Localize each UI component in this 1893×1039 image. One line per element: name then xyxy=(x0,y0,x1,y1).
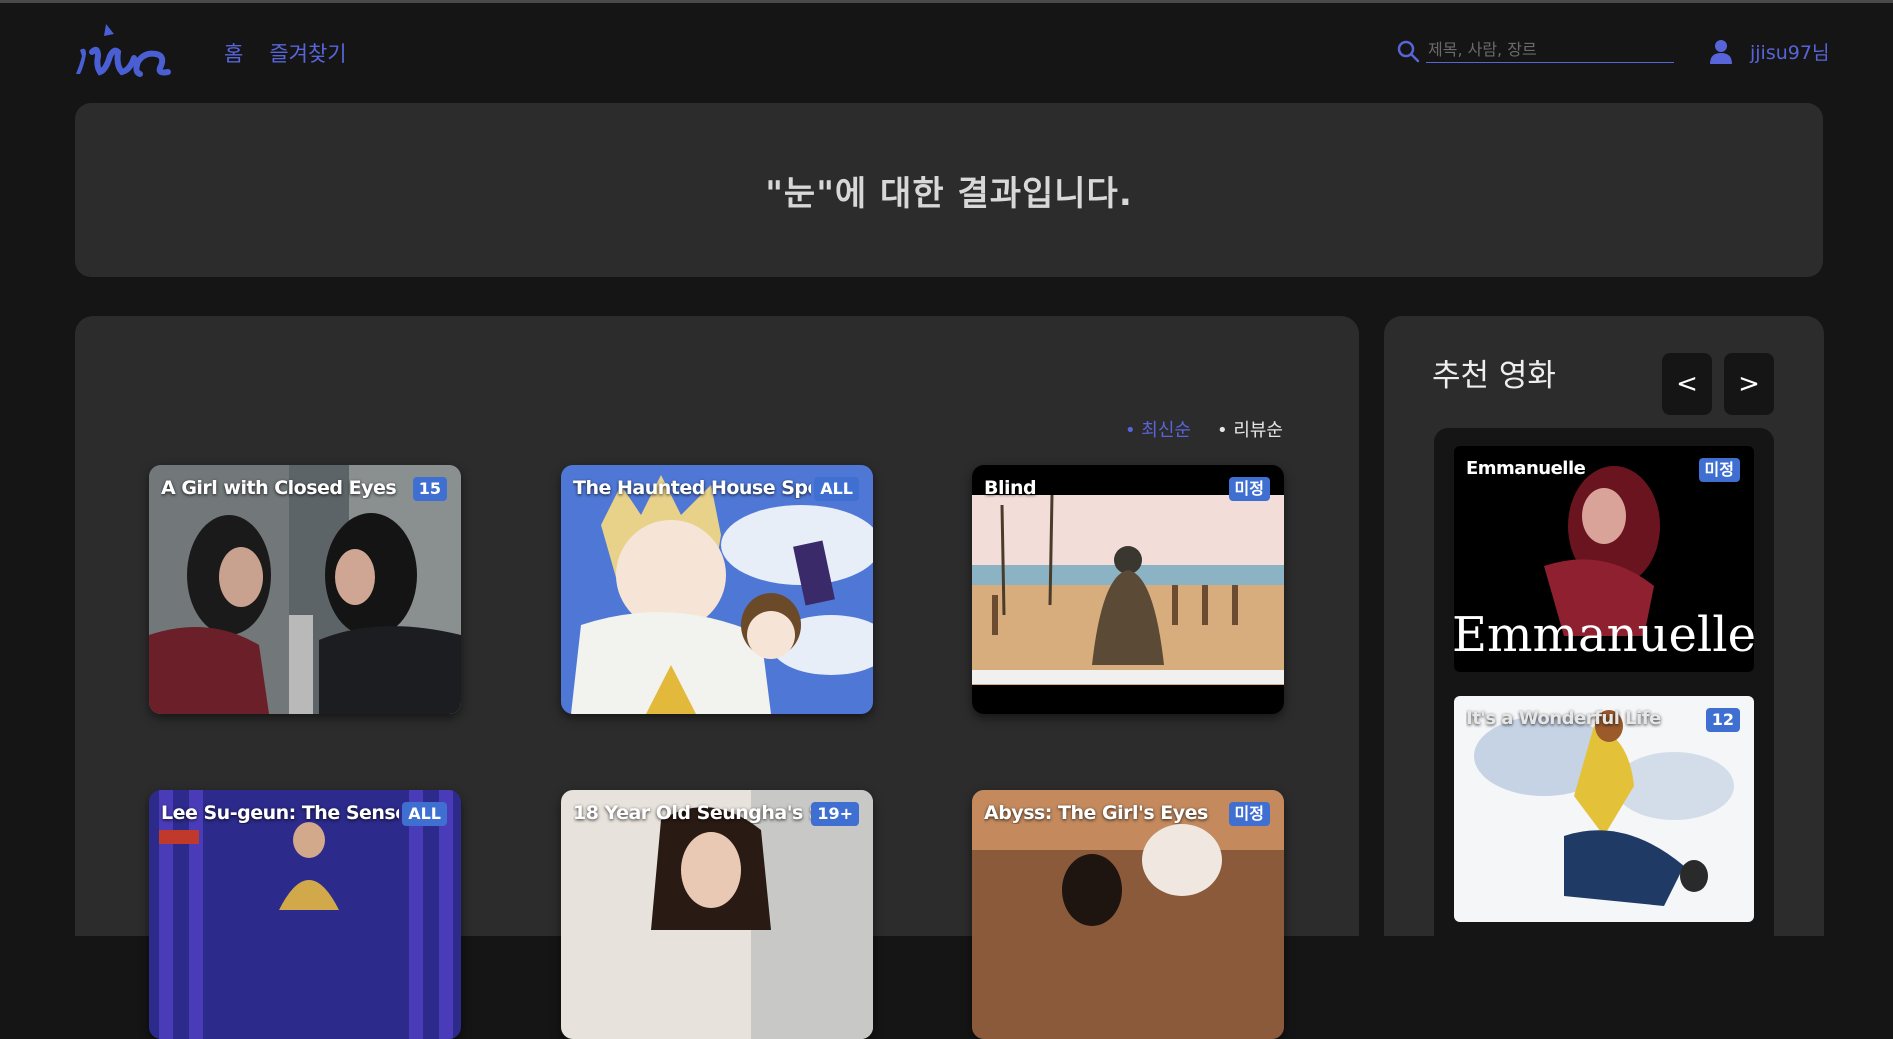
movie-title: Blind xyxy=(984,477,1037,499)
sort-reviews-label: 리뷰순 xyxy=(1233,420,1283,441)
poster-image xyxy=(561,465,873,714)
poster-image xyxy=(972,790,1284,1039)
search-icon[interactable] xyxy=(1396,39,1420,63)
movie-title: Lee Su-geun: The Sense Coach xyxy=(161,802,399,824)
movie-card[interactable]: 18 Year Old Seungha's Sensual 19+ xyxy=(561,790,873,1039)
movie-title: Emmanuelle xyxy=(1466,458,1586,479)
sort-reviews[interactable]: • 리뷰순 xyxy=(1217,416,1283,442)
result-heading: "눈"에 대한 결과입니다. xyxy=(765,173,1133,214)
main-nav: 홈 즐겨찾기 xyxy=(224,38,347,68)
search-input[interactable] xyxy=(1426,36,1674,63)
recommended-card[interactable]: Emmanuelle Emmanuelle 미정 xyxy=(1454,446,1754,672)
sort-latest-label: 최신순 xyxy=(1141,420,1191,441)
top-border xyxy=(0,0,1893,3)
sort-latest[interactable]: • 최신순 xyxy=(1125,416,1191,442)
recommended-card[interactable]: It's a Wonderful Life 12 xyxy=(1454,696,1754,922)
poster-image xyxy=(149,790,461,1039)
movie-title: Abyss: The Girl's Eyes xyxy=(984,802,1208,824)
age-rating-badge: 15 xyxy=(412,477,447,501)
sort-options: • 최신순 • 리뷰순 xyxy=(1125,416,1283,442)
movie-card[interactable]: Lee Su-geun: The Sense Coach ALL xyxy=(149,790,461,1039)
user-menu[interactable]: jjisu97님 xyxy=(1708,38,1829,65)
search-result-banner: "눈"에 대한 결과입니다. xyxy=(75,103,1823,277)
logo[interactable] xyxy=(74,22,176,78)
age-rating-badge: ALL xyxy=(814,477,859,501)
movie-title: The Haunted House Special xyxy=(573,477,811,499)
next-button[interactable]: > xyxy=(1724,353,1774,415)
user-icon xyxy=(1710,39,1732,64)
nav-home[interactable]: 홈 xyxy=(224,38,243,68)
prev-button[interactable]: < xyxy=(1662,353,1712,415)
movie-title: A Girl with Closed Eyes xyxy=(161,477,397,499)
recommended-heading: 추천 영화 xyxy=(1432,358,1556,394)
poster-image xyxy=(972,465,1284,714)
poster-image xyxy=(561,790,873,1039)
age-rating-badge: 19+ xyxy=(811,802,859,826)
nav-favorites[interactable]: 즐겨찾기 xyxy=(269,38,346,68)
movie-card[interactable]: Abyss: The Girl's Eyes 미정 xyxy=(972,790,1284,1039)
age-rating-badge: ALL xyxy=(402,802,447,826)
movie-title: It's a Wonderful Life xyxy=(1466,708,1661,729)
age-rating-badge: 12 xyxy=(1705,708,1740,732)
movie-title: 18 Year Old Seungha's Sensual xyxy=(573,802,811,824)
recommended-panel: 추천 영화 < > Emmanuelle Emmanuelle 미정 It's … xyxy=(1384,316,1824,948)
user-name: jjisu97님 xyxy=(1750,42,1830,64)
movie-card[interactable]: The Haunted House Special ALL xyxy=(561,465,873,714)
results-panel: • 최신순 • 리뷰순 A Girl with Closed Eyes 15 T… xyxy=(75,316,1359,1039)
age-rating-badge: 미정 xyxy=(1228,802,1270,826)
movie-card[interactable]: Blind 미정 xyxy=(972,465,1284,714)
age-rating-badge: 미정 xyxy=(1698,458,1740,482)
poster-image xyxy=(149,465,461,714)
recommended-list: Emmanuelle Emmanuelle 미정 It's a Wonderfu… xyxy=(1434,428,1774,948)
movie-card[interactable]: A Girl with Closed Eyes 15 xyxy=(149,465,461,714)
age-rating-badge: 미정 xyxy=(1228,477,1270,501)
search-bar xyxy=(1396,36,1676,64)
poster-title-text: Emmanuelle xyxy=(1454,607,1754,663)
